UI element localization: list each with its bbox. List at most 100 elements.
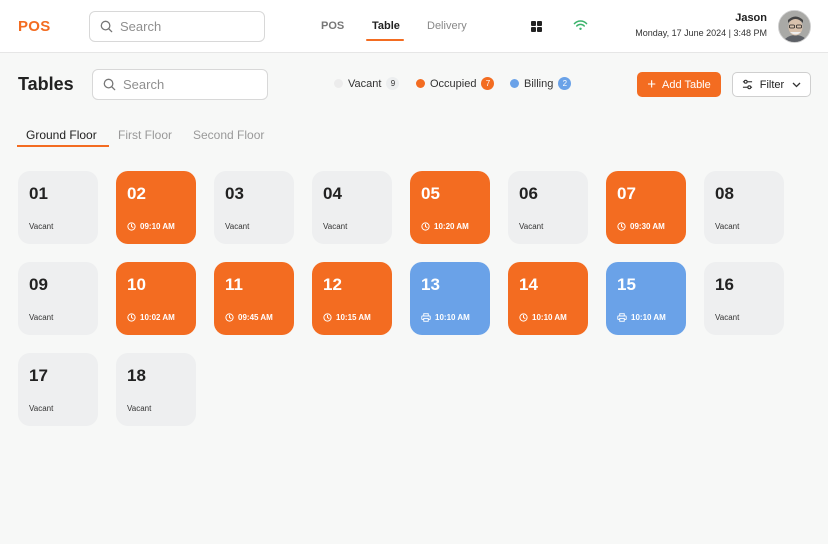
table-card-14[interactable]: 14 10:10 AM <box>508 262 588 335</box>
table-card-01[interactable]: 01 Vacant <box>18 171 98 244</box>
occupied-dot <box>416 79 425 88</box>
legend-occupied-count: 7 <box>481 77 495 90</box>
search-icon <box>103 78 116 91</box>
printer-icon <box>617 313 627 322</box>
legend-billing: Billing 2 <box>510 77 572 90</box>
table-search-box[interactable] <box>92 69 268 100</box>
table-status: Vacant <box>519 222 543 231</box>
table-number: 08 <box>715 184 734 203</box>
clock-icon <box>127 313 136 322</box>
table-card-08[interactable]: 08 Vacant <box>704 171 784 244</box>
table-number: 11 <box>225 275 243 294</box>
table-status-label: 09:45 AM <box>238 313 273 322</box>
table-status-label: Vacant <box>29 222 54 231</box>
table-card-06[interactable]: 06 Vacant <box>508 171 588 244</box>
avatar[interactable] <box>778 10 811 43</box>
table-status-label: Vacant <box>225 222 250 231</box>
table-status-label: Vacant <box>715 313 740 322</box>
table-number: 07 <box>617 184 636 203</box>
table-number: 04 <box>323 184 342 203</box>
table-number: 18 <box>127 366 146 385</box>
top-bar: POS POS Table Delivery Jason Monday, 17 … <box>0 0 828 53</box>
nav-tab-table[interactable]: Table <box>372 20 400 32</box>
filter-button[interactable]: Filter <box>732 72 811 97</box>
legend-occupied-label: Occupied <box>430 77 477 90</box>
table-number: 15 <box>617 275 636 294</box>
table-number: 02 <box>127 184 146 203</box>
table-status: 09:45 AM <box>225 313 273 322</box>
nav-tab-pos[interactable]: POS <box>321 20 344 32</box>
legend-vacant-count: 9 <box>386 77 400 90</box>
table-number: 14 <box>519 275 538 294</box>
clock-icon <box>323 313 332 322</box>
table-status: 10:15 AM <box>323 313 371 322</box>
billing-dot <box>510 79 519 88</box>
chevron-down-icon <box>792 82 801 87</box>
table-card-17[interactable]: 17 Vacant <box>18 353 98 426</box>
table-number: 09 <box>29 275 48 294</box>
table-card-02[interactable]: 02 09:10 AM <box>116 171 196 244</box>
table-card-11[interactable]: 11 09:45 AM <box>214 262 294 335</box>
table-status: 10:02 AM <box>127 313 175 322</box>
current-datetime: Monday, 17 June 2024 | 3:48 PM <box>635 28 767 38</box>
grid-icon[interactable] <box>531 21 542 32</box>
table-status-label: 10:10 AM <box>435 313 470 322</box>
table-card-04[interactable]: 04 Vacant <box>312 171 392 244</box>
table-card-07[interactable]: 07 09:30 AM <box>606 171 686 244</box>
clock-icon <box>421 222 430 231</box>
add-table-button[interactable]: + Add Table <box>637 72 721 97</box>
table-status: Vacant <box>29 222 53 231</box>
table-status: Vacant <box>29 404 53 413</box>
clock-icon <box>225 313 234 322</box>
clock-icon <box>617 222 626 231</box>
table-card-16[interactable]: 16 Vacant <box>704 262 784 335</box>
legend-occupied: Occupied 7 <box>416 77 495 90</box>
legend-billing-count: 2 <box>558 77 572 90</box>
table-card-05[interactable]: 05 10:20 AM <box>410 171 490 244</box>
legend-billing-label: Billing <box>524 77 554 90</box>
table-status-label: 09:30 AM <box>630 222 665 231</box>
floor-tab-ground[interactable]: Ground Floor <box>26 128 97 142</box>
floor-tab-second[interactable]: Second Floor <box>193 128 264 142</box>
wifi-icon[interactable] <box>573 19 588 32</box>
nav-tab-delivery[interactable]: Delivery <box>427 20 467 32</box>
table-status-label: Vacant <box>127 404 152 413</box>
table-search-input[interactable] <box>123 77 253 92</box>
table-status: 10:10 AM <box>617 313 666 322</box>
table-card-18[interactable]: 18 Vacant <box>116 353 196 426</box>
table-status: Vacant <box>29 313 53 322</box>
table-status-label: 10:10 AM <box>631 313 666 322</box>
table-card-09[interactable]: 09 Vacant <box>18 262 98 335</box>
table-status: 09:30 AM <box>617 222 665 231</box>
floor-tab-first[interactable]: First Floor <box>118 128 172 142</box>
table-card-03[interactable]: 03 Vacant <box>214 171 294 244</box>
table-status: Vacant <box>715 222 739 231</box>
table-number: 17 <box>29 366 48 385</box>
user-name: Jason <box>735 12 767 24</box>
table-card-15[interactable]: 15 10:10 AM <box>606 262 686 335</box>
table-number: 06 <box>519 184 538 203</box>
table-status-label: 09:10 AM <box>140 222 175 231</box>
table-number: 10 <box>127 275 146 294</box>
table-status: 09:10 AM <box>127 222 175 231</box>
table-status: Vacant <box>127 404 151 413</box>
table-status: 10:10 AM <box>421 313 470 322</box>
table-number: 13 <box>421 275 440 294</box>
printer-icon <box>421 313 431 322</box>
page-title: Tables <box>18 74 74 94</box>
table-card-10[interactable]: 10 10:02 AM <box>116 262 196 335</box>
table-status-label: Vacant <box>519 222 544 231</box>
table-status: Vacant <box>225 222 249 231</box>
table-card-13[interactable]: 13 10:10 AM <box>410 262 490 335</box>
table-status: 10:10 AM <box>519 313 567 322</box>
table-number: 12 <box>323 275 342 294</box>
filter-label: Filter <box>759 78 785 91</box>
plus-icon: + <box>647 76 657 93</box>
table-status: Vacant <box>715 313 739 322</box>
nav-active-underline <box>366 39 404 41</box>
table-status-label: Vacant <box>323 222 348 231</box>
table-status-label: Vacant <box>29 404 54 413</box>
table-card-12[interactable]: 12 10:15 AM <box>312 262 392 335</box>
vacant-dot <box>334 79 343 88</box>
table-status-label: 10:15 AM <box>336 313 371 322</box>
